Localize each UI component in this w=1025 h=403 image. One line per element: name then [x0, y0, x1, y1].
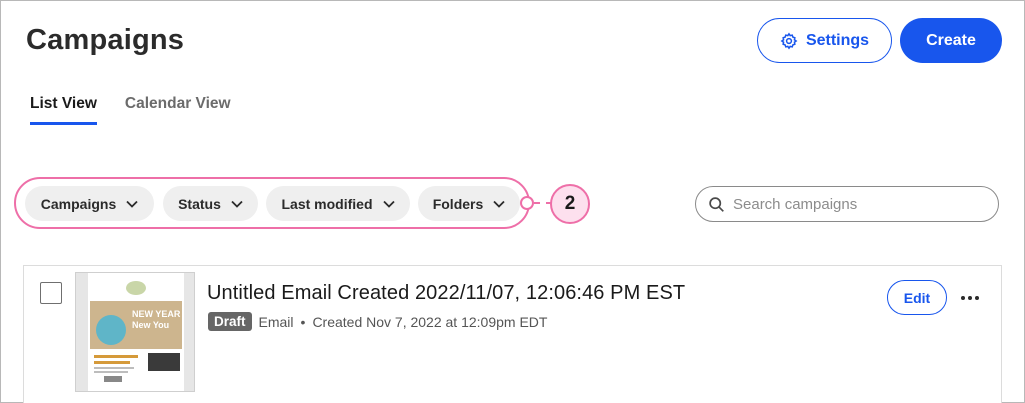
callout-connector-dot	[520, 196, 534, 210]
create-button[interactable]: Create	[900, 18, 1002, 63]
thumbnail-hero-image: NEW YEAR New You	[90, 301, 182, 349]
more-horizontal-icon	[961, 296, 965, 300]
filter-label: Status	[178, 195, 221, 212]
meta-separator: •	[300, 313, 306, 330]
filter-last-modified-dropdown[interactable]: Last modified	[266, 186, 410, 221]
filter-label: Folders	[432, 195, 484, 212]
search-icon	[709, 196, 724, 212]
settings-button-label: Settings	[805, 31, 870, 49]
view-tabs: List View Calendar View	[30, 95, 231, 125]
page-title: Campaigns	[26, 24, 185, 56]
more-options-button[interactable]	[956, 288, 984, 308]
filter-label: Campaigns	[40, 195, 117, 212]
thumbnail-text-line	[94, 371, 128, 373]
campaign-created-date: Created Nov 7, 2022 at 12:09pm EDT	[312, 313, 548, 330]
thumbnail-logo	[126, 281, 146, 295]
thumbnail-photo	[148, 353, 180, 371]
campaign-thumbnail[interactable]: NEW YEAR New You	[75, 272, 195, 392]
thumbnail-hero-shape	[96, 315, 126, 345]
filter-folders-dropdown[interactable]: Folders	[418, 186, 520, 221]
campaign-type: Email	[258, 313, 294, 330]
edit-button[interactable]: Edit	[887, 280, 947, 315]
more-horizontal-icon	[968, 296, 972, 300]
thumbnail-button	[104, 376, 122, 382]
callout-number-badge: 2	[550, 184, 590, 224]
campaign-title[interactable]: Untitled Email Created 2022/11/07, 12:06…	[207, 282, 685, 305]
filter-status-dropdown[interactable]: Status	[163, 186, 258, 221]
thumbnail-hero-text: NEW YEAR New You	[132, 309, 181, 330]
tab-list-view[interactable]: List View	[30, 95, 97, 125]
chevron-down-icon	[126, 200, 138, 208]
chevron-down-icon	[493, 200, 505, 208]
chevron-down-icon	[382, 200, 395, 208]
tab-calendar-view[interactable]: Calendar View	[125, 95, 231, 125]
thumbnail-heading-line	[94, 361, 130, 364]
row-select-checkbox[interactable]	[40, 282, 62, 304]
search-box[interactable]	[695, 186, 999, 222]
more-horizontal-icon	[975, 296, 979, 300]
thumbnail-heading-line	[94, 355, 138, 358]
chevron-down-icon	[231, 200, 243, 208]
thumbnail-email-preview: NEW YEAR New You	[88, 273, 184, 391]
filter-label: Last modified	[281, 195, 373, 212]
gear-icon	[780, 32, 798, 49]
campaign-meta: Draft Email • Created Nov 7, 2022 at 12:…	[208, 312, 547, 331]
settings-button[interactable]: Settings	[757, 18, 892, 63]
status-badge: Draft	[208, 312, 252, 331]
thumbnail-text-line	[94, 367, 134, 369]
search-input[interactable]	[733, 195, 973, 213]
filter-campaigns-dropdown[interactable]: Campaigns	[25, 186, 154, 221]
